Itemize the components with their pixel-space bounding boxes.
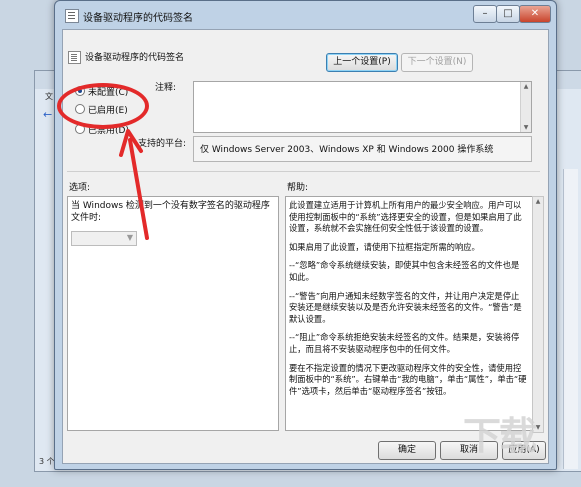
arrow-shaft — [128, 138, 149, 240]
watermark-logo: 下载 — [463, 414, 537, 458]
